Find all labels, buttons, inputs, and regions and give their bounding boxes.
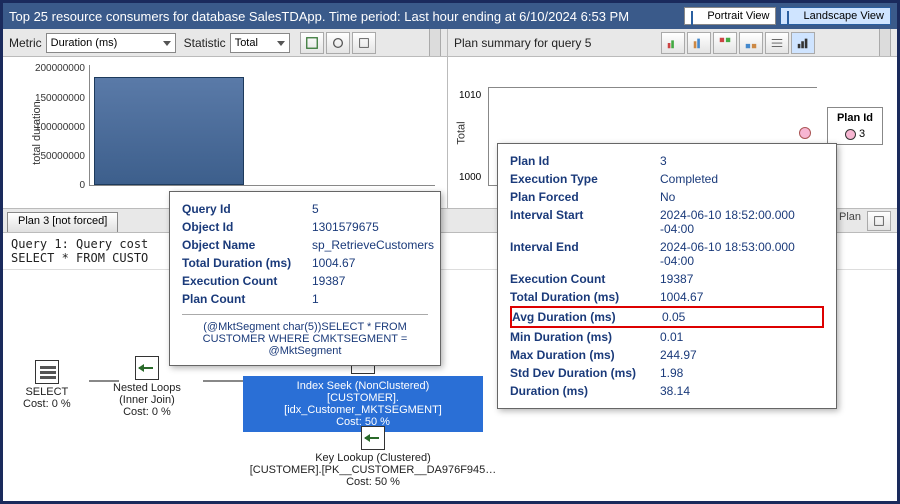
refresh-button[interactable] — [300, 32, 324, 54]
statistic-select[interactable]: Total — [230, 33, 290, 53]
landscape-view-button[interactable]: Landscape View — [780, 7, 891, 25]
left-chart[interactable]: total duration 200000000 150000000 10000… — [3, 57, 448, 208]
tooltip-sql: (@MktSegment char(5))SELECT * FROM CUSTO… — [182, 314, 428, 357]
plan-more-button[interactable] — [867, 211, 891, 231]
portrait-view-button[interactable]: Portrait View — [684, 7, 776, 25]
portrait-view-label: Portrait View — [707, 10, 769, 22]
page-title: Top 25 resource consumers for database S… — [9, 9, 680, 24]
op-key-lookup[interactable]: Key Lookup (Clustered) [CUSTOMER].[PK__C… — [243, 426, 503, 488]
chart-button-3[interactable] — [713, 32, 737, 54]
plan-summary-label: Plan summary for query 5 — [454, 36, 591, 50]
toolbar: Metric Duration (ms) Statistic Total Pla… — [3, 29, 897, 57]
bar-query-4[interactable] — [94, 77, 244, 185]
chart-button-1[interactable] — [661, 32, 685, 54]
plan-point[interactable] — [799, 127, 811, 139]
query-tooltip: Query Id5Object Id1301579675Object Names… — [169, 191, 441, 366]
splitter-right[interactable] — [879, 29, 891, 56]
chart-view-button[interactable] — [791, 32, 815, 54]
titlebar: Top 25 resource consumers for database S… — [3, 3, 897, 29]
plan-tooltip: Plan Id3Execution TypeCompletedPlan Forc… — [497, 143, 837, 409]
grid-button[interactable] — [765, 32, 789, 54]
splitter-left[interactable] — [429, 29, 441, 56]
chart-button-4[interactable] — [739, 32, 763, 54]
track-query-button[interactable] — [352, 32, 376, 54]
chart-button-2[interactable] — [687, 32, 711, 54]
plan-tab[interactable]: Plan 3 [not forced] — [7, 212, 118, 232]
landscape-view-label: Landscape View — [803, 10, 884, 22]
plan-legend: Plan Id 3 — [827, 107, 883, 145]
auto-refresh-button[interactable] — [326, 32, 350, 54]
statistic-label: Statistic — [184, 36, 226, 50]
op-select[interactable]: SELECT Cost: 0 % — [23, 360, 71, 410]
metric-select[interactable]: Duration (ms) — [46, 33, 176, 53]
metric-label: Metric — [9, 36, 42, 50]
right-chart-ylabel: Total — [456, 121, 468, 144]
